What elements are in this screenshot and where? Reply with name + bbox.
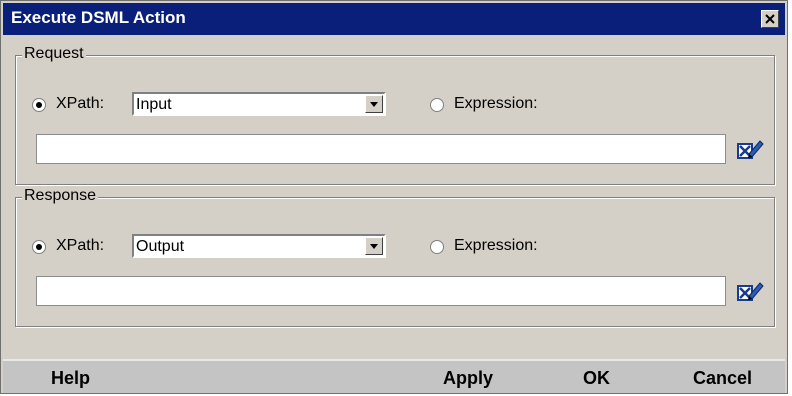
expression-editor-icon xyxy=(737,140,764,159)
dialog-window: Execute DSML Action Request XPath: Input… xyxy=(0,0,788,394)
help-button[interactable]: Help xyxy=(51,367,90,389)
request-xpath-value: Input xyxy=(136,96,172,113)
response-xpath-label: XPath: xyxy=(56,237,105,254)
request-xpath-radio[interactable] xyxy=(32,98,46,112)
response-expression-editor-button[interactable] xyxy=(736,278,764,304)
request-xpath-label: XPath: xyxy=(56,95,105,112)
ok-button[interactable]: OK xyxy=(583,367,610,389)
request-legend: Request xyxy=(22,44,86,64)
expression-editor-icon xyxy=(737,282,764,301)
request-expression-editor-button[interactable] xyxy=(736,136,764,162)
apply-button[interactable]: Apply xyxy=(443,367,493,389)
response-xpath-radio[interactable] xyxy=(32,240,46,254)
chevron-down-icon xyxy=(370,102,378,107)
button-bar: Help Apply OK Cancel xyxy=(3,359,785,393)
request-group: Request XPath: Input Expression: xyxy=(15,44,775,185)
window-title: Execute DSML Action xyxy=(11,8,186,27)
request-expression-label: Expression: xyxy=(454,95,538,112)
close-button[interactable] xyxy=(761,10,779,28)
response-legend: Response xyxy=(22,186,99,206)
close-icon xyxy=(765,14,775,24)
response-expression-radio[interactable] xyxy=(430,240,444,254)
request-expression-field[interactable] xyxy=(36,134,726,164)
request-expression-radio[interactable] xyxy=(430,98,444,112)
request-dropdown-button[interactable] xyxy=(365,95,383,113)
dialog-content: Request XPath: Input Expression: Respons… xyxy=(3,35,785,357)
response-expression-field[interactable] xyxy=(36,276,726,306)
request-xpath-select[interactable]: Input xyxy=(132,92,386,116)
response-dropdown-button[interactable] xyxy=(365,237,383,255)
cancel-button[interactable]: Cancel xyxy=(693,367,752,389)
response-expression-label: Expression: xyxy=(454,237,538,254)
title-bar[interactable]: Execute DSML Action xyxy=(3,3,785,35)
chevron-down-icon xyxy=(370,244,378,249)
response-group: Response XPath: Output Expression: xyxy=(15,186,775,327)
response-xpath-value: Output xyxy=(136,238,185,255)
response-xpath-select[interactable]: Output xyxy=(132,234,386,258)
